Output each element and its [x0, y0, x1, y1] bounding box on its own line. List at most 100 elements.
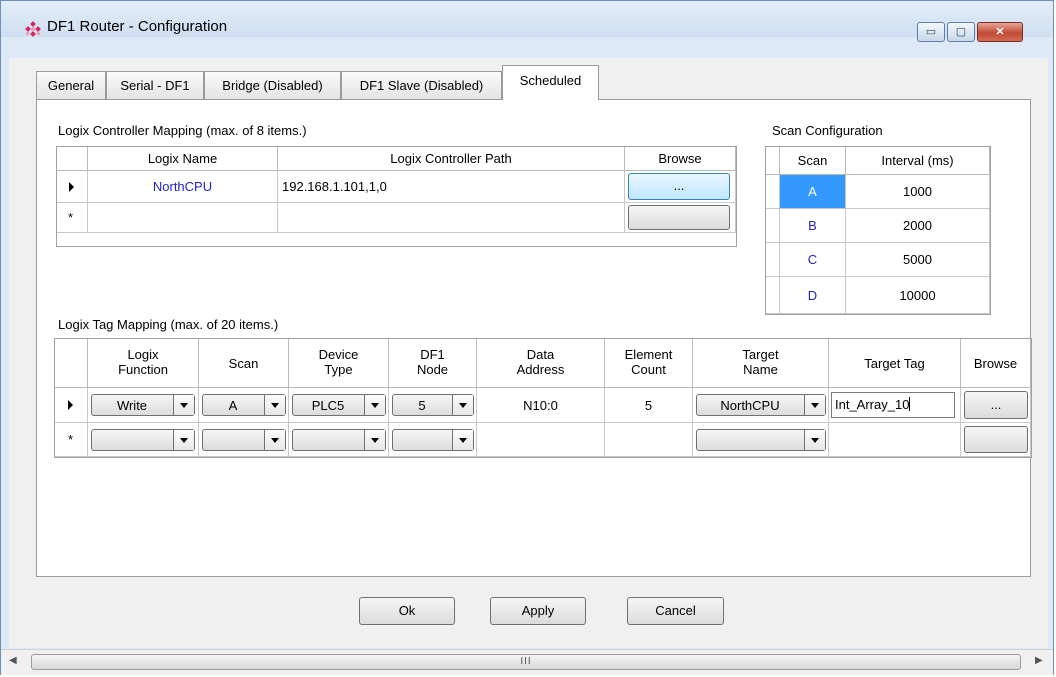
data-address-cell-new[interactable]	[477, 423, 605, 457]
column-header-controller-path[interactable]: Logix Controller Path	[278, 147, 625, 171]
scan-row-header[interactable]	[766, 209, 780, 243]
target-name-dropdown[interactable]: NorthCPU	[696, 394, 826, 416]
controller-name-cell-new[interactable]	[88, 203, 278, 233]
scan-dropdown-new[interactable]	[202, 429, 286, 451]
chevron-down-icon[interactable]	[804, 430, 825, 450]
df1-node-dropdown-new[interactable]	[392, 429, 474, 451]
scan-value: A	[228, 398, 238, 413]
text-cursor	[909, 397, 911, 411]
tab-general[interactable]: General	[36, 71, 106, 99]
scroll-left-icon[interactable]: ◀	[9, 655, 17, 666]
element-count-cell-new[interactable]	[605, 423, 693, 457]
horizontal-scrollbar[interactable]: ◀ III ▶	[1, 649, 1053, 675]
target-name-dropdown-new[interactable]	[696, 429, 826, 451]
controller-path-cell[interactable]: 192.168.1.101,1,0	[278, 171, 625, 203]
close-button[interactable]: ✕	[977, 22, 1023, 42]
scroll-right-icon[interactable]: ▶	[1035, 655, 1043, 666]
interval-cell[interactable]: 10000	[846, 277, 990, 314]
interval-cell[interactable]: 1000	[846, 175, 990, 209]
target-tag-input[interactable]: Int_Array_10	[831, 392, 955, 418]
interval-cell[interactable]: 2000	[846, 209, 990, 243]
browse-cell-new	[625, 203, 736, 233]
device-type-cell: PLC5	[289, 388, 389, 423]
tag-mapping-label: Logix Tag Mapping (max. of 20 items.)	[58, 317, 279, 332]
scan-row-header[interactable]	[766, 243, 780, 277]
target-tag-cell-new[interactable]	[829, 423, 961, 457]
row-selector[interactable]	[55, 388, 88, 423]
scan-row-header[interactable]	[766, 277, 780, 314]
new-row-selector[interactable]: *	[55, 423, 88, 457]
df1-node-cell: 5	[389, 388, 477, 423]
column-header-logix-function[interactable]: Logix Function	[88, 339, 199, 388]
maximize-button[interactable]: ▢	[947, 22, 975, 42]
scrollbar-thumb[interactable]: III	[31, 654, 1021, 670]
browse-button-new[interactable]	[628, 205, 730, 230]
column-header-browse[interactable]: Browse	[961, 339, 1031, 388]
ok-button[interactable]: Ok	[359, 597, 455, 625]
chevron-down-icon[interactable]	[173, 395, 194, 415]
logix-function-cell-new	[88, 423, 199, 457]
scan-cell[interactable]: B	[780, 209, 846, 243]
new-row-icon: *	[68, 210, 74, 225]
device-type-dropdown[interactable]: PLC5	[292, 394, 386, 416]
column-header-device-type[interactable]: Device Type	[289, 339, 389, 388]
row-header-corner	[766, 147, 780, 175]
data-address-cell[interactable]: N10:0	[477, 388, 605, 423]
logix-function-dropdown[interactable]: Write	[91, 394, 195, 416]
df1-node-dropdown[interactable]: 5	[392, 394, 474, 416]
target-name-value: NorthCPU	[720, 398, 780, 413]
tag-browse-button[interactable]: ...	[964, 391, 1028, 419]
minimize-button[interactable]: ▭	[917, 22, 945, 42]
interval-cell[interactable]: 5000	[846, 243, 990, 277]
column-header-data-address[interactable]: Data Address	[477, 339, 605, 388]
chevron-down-icon[interactable]	[264, 430, 285, 450]
tab-df1-slave[interactable]: DF1 Slave (Disabled)	[341, 71, 502, 99]
browse-cell: ...	[625, 171, 736, 203]
row-header-corner	[57, 147, 88, 171]
chevron-down-icon[interactable]	[804, 395, 825, 415]
tab-bridge[interactable]: Bridge (Disabled)	[204, 71, 341, 99]
column-header-interval[interactable]: Interval (ms)	[846, 147, 990, 175]
scan-dropdown[interactable]: A	[202, 394, 286, 416]
column-header-df1-node[interactable]: DF1 Node	[389, 339, 477, 388]
scan-cell[interactable]: A	[780, 175, 846, 209]
cancel-button[interactable]: Cancel	[627, 597, 724, 625]
tab-scheduled[interactable]: Scheduled	[502, 65, 599, 100]
scan-configuration-label: Scan Configuration	[772, 123, 883, 138]
browse-cell-new	[961, 423, 1031, 457]
chevron-down-icon[interactable]	[364, 430, 385, 450]
tab-serial-df1[interactable]: Serial - DF1	[106, 71, 204, 99]
column-header-target-tag[interactable]: Target Tag	[829, 339, 961, 388]
row-header-corner	[55, 339, 88, 388]
chevron-down-icon[interactable]	[452, 430, 473, 450]
element-count-cell[interactable]: 5	[605, 388, 693, 423]
column-header-browse[interactable]: Browse	[625, 147, 736, 171]
chevron-down-icon[interactable]	[364, 395, 385, 415]
target-tag-value: Int_Array_10	[835, 397, 910, 412]
scan-row-header[interactable]	[766, 175, 780, 209]
controller-name-cell[interactable]: NorthCPU	[88, 171, 278, 203]
apply-button[interactable]: Apply	[490, 597, 586, 625]
new-row-icon: *	[68, 432, 74, 447]
tag-browse-button-new[interactable]	[964, 426, 1028, 453]
controller-path-cell-new[interactable]	[278, 203, 625, 233]
column-header-element-count[interactable]: Element Count	[605, 339, 693, 388]
device-type-dropdown-new[interactable]	[292, 429, 386, 451]
new-row-selector[interactable]: *	[57, 203, 88, 233]
scan-cell[interactable]: D	[780, 277, 846, 314]
row-selector[interactable]	[57, 171, 88, 203]
browse-cell: ...	[961, 388, 1031, 423]
column-header-target-name[interactable]: Target Name	[693, 339, 829, 388]
browse-button[interactable]: ...	[628, 173, 730, 200]
scan-cell: A	[199, 388, 289, 423]
logix-function-dropdown-new[interactable]	[91, 429, 195, 451]
chevron-down-icon[interactable]	[264, 395, 285, 415]
chevron-down-icon[interactable]	[173, 430, 194, 450]
title-bar[interactable]: DF1 Router - Configuration ▭ ▢ ✕	[1, 1, 1053, 42]
chevron-down-icon[interactable]	[452, 395, 473, 415]
device-type-value: PLC5	[311, 398, 345, 413]
column-header-scan[interactable]: Scan	[780, 147, 846, 175]
column-header-logix-name[interactable]: Logix Name	[88, 147, 278, 171]
scan-cell[interactable]: C	[780, 243, 846, 277]
column-header-scan[interactable]: Scan	[199, 339, 289, 388]
